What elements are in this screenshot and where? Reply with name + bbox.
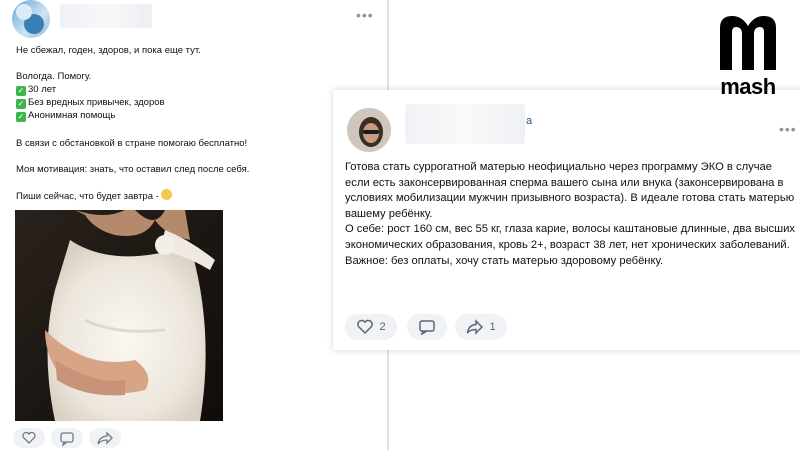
comment-icon (419, 320, 435, 335)
post-line: Вологда. Помогу. (16, 71, 92, 82)
checkmark-icon: ✓ (16, 99, 26, 109)
heart-icon (22, 431, 36, 444)
comment-icon (60, 432, 74, 447)
author-name-blurred[interactable] (60, 4, 152, 28)
checkmark-icon: ✓ (16, 112, 26, 122)
mash-m-icon (720, 16, 776, 70)
left-post: ••• Не сбежал, годен, здоров, и пока еще… (0, 0, 388, 450)
post-paragraph: Готова стать суррогатной матерью неофици… (345, 161, 795, 220)
post-line-check: ✓ 30 лет (16, 84, 57, 96)
right-post: а ••• Готова стать суррогатной матерью н… (333, 90, 800, 350)
like-button[interactable]: 2 (345, 314, 397, 340)
heart-icon (357, 319, 374, 335)
post-line-check: ✓ Анонимная помощь (16, 110, 116, 122)
share-button[interactable]: 1 (455, 314, 507, 340)
author-name-suffix[interactable]: а (526, 115, 532, 127)
mash-wordmark: mash (720, 74, 776, 99)
like-button[interactable] (13, 428, 45, 448)
author-avatar[interactable] (347, 108, 391, 152)
post-line: Пиши сейчас, что будет завтра - (16, 189, 172, 203)
post-text: Готова стать суррогатной матерью неофици… (345, 160, 797, 269)
post-line: Не сбежал, годен, здоров, и пока еще тут… (16, 45, 201, 56)
post-line: Моя мотивация: знать, что оставил след п… (16, 164, 250, 175)
author-avatar[interactable] (12, 0, 50, 38)
more-dots-icon[interactable]: ••• (779, 122, 797, 136)
share-icon (97, 431, 113, 445)
like-count: 2 (379, 321, 386, 333)
checkmark-icon: ✓ (16, 86, 26, 96)
mash-logo: mash (708, 14, 788, 100)
share-button[interactable] (89, 428, 121, 448)
more-dots-icon[interactable]: ••• (356, 8, 374, 22)
share-count: 1 (489, 321, 496, 333)
author-name-blurred[interactable] (405, 104, 525, 144)
comment-button[interactable] (407, 314, 447, 340)
comment-button[interactable] (51, 428, 83, 448)
post-line: В связи с обстановкой в стране помогаю б… (16, 138, 248, 149)
post-paragraph: Важное: без оплаты, хочу стать матерью з… (345, 254, 664, 267)
emoji-icon (160, 189, 172, 200)
share-icon (467, 319, 484, 335)
post-paragraph: О себе: рост 160 см, вес 55 кг, глаза ка… (345, 223, 795, 251)
post-line-check: ✓ Без вредных привычек, здоров (16, 97, 165, 109)
post-photo[interactable] (15, 210, 223, 421)
